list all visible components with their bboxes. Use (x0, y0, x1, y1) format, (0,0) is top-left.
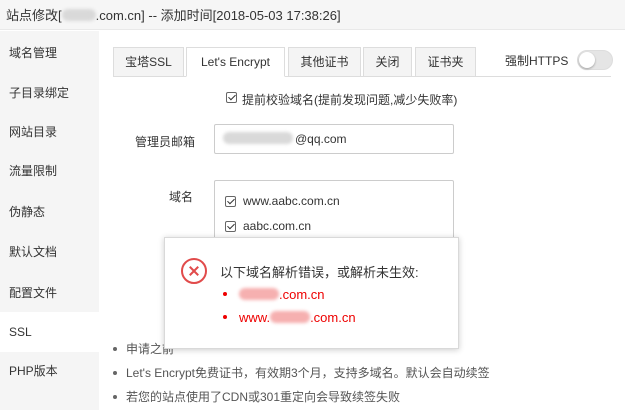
sidebar-item-ssl[interactable]: SSL (0, 312, 99, 352)
error-icon (181, 258, 207, 284)
window-title: 站点修改[ .com.cn] -- 添加时间[2018-05-03 17:38:2… (6, 5, 341, 24)
tab-cert-folder[interactable]: 证书夹 (415, 47, 476, 77)
window-titlebar: 站点修改[ .com.cn] -- 添加时间[2018-05-03 17:38:2… (0, 0, 625, 30)
sidebar-item-rewrite[interactable]: 伪静态 (0, 192, 99, 232)
tip-text: 若您的站点使用了CDN或301重定向会导致续签失败 (126, 390, 401, 404)
domain-name: aabc.com.cn (243, 219, 312, 233)
error-dialog: 以下域名解析错误，或解析未生效: .com.cn www. .com.cn (164, 237, 459, 349)
email-value: @qq.com (295, 132, 347, 146)
toggle-knob (579, 52, 595, 68)
redacted-domain (61, 9, 96, 21)
sidebar-item-site-directory[interactable]: 网站目录 (0, 112, 99, 152)
domain-name: www.aabc.com.cn (243, 194, 340, 208)
title-suffix: .com.cn] -- 添加时间[2018-05-03 17:38:26] (95, 8, 341, 23)
sidebar-item-default-document[interactable]: 默认文档 (0, 232, 99, 272)
error-domain-prefix: www. (239, 310, 271, 325)
error-domain-item: www. .com.cn (223, 310, 356, 325)
sidebar-item-config-file[interactable]: 配置文件 (0, 273, 99, 313)
tab-lets-encrypt[interactable]: Let's Encrypt (186, 47, 285, 77)
email-field[interactable]: @qq.com (214, 124, 454, 154)
force-https-label: 强制HTTPS (505, 54, 569, 68)
precheck-label: 提前校验域名(提前发现问题,减少失败率) (242, 93, 458, 107)
domain-label: 域名 (168, 190, 193, 204)
domain-checkbox[interactable] (225, 221, 236, 232)
tab-other-cert[interactable]: 其他证书 (288, 47, 361, 77)
redacted-domain (270, 311, 311, 323)
title-prefix: 站点修改[ (6, 8, 62, 23)
sidebar-item-php-version[interactable]: PHP版本 (0, 351, 99, 391)
sidebar-item-domain-management[interactable]: 域名管理 (0, 33, 99, 73)
force-https-toggle[interactable] (577, 50, 613, 70)
sidebar: 域名管理 子目录绑定 网站目录 流量限制 伪静态 默认文档 配置文件 SSL P… (0, 31, 99, 410)
error-domain-item: .com.cn (223, 287, 325, 302)
email-label: 管理员邮箱 (134, 135, 195, 149)
error-domain-suffix: .com.cn (310, 310, 356, 325)
precheck-checkbox[interactable] (226, 92, 237, 103)
domain-checkbox[interactable] (225, 196, 236, 207)
redacted-domain (239, 288, 279, 300)
tip-item: Let's Encrypt免费证书，有效期3个月，支持多域名。默认会自动续签 (113, 364, 490, 381)
tip-item: 若您的站点使用了CDN或301重定向会导致续签失败 (113, 388, 400, 405)
tab-baota-ssl[interactable]: 宝塔SSL (113, 47, 184, 77)
error-title: 以下域名解析错误，或解析未生效: (220, 265, 419, 280)
sidebar-item-traffic-limit[interactable]: 流量限制 (0, 151, 99, 191)
tab-close[interactable]: 关闭 (363, 47, 412, 77)
tip-text: Let's Encrypt免费证书，有效期3个月，支持多域名。默认会自动续签 (126, 366, 490, 380)
error-domain-suffix: .com.cn (279, 287, 325, 302)
sidebar-item-subdirectory-binding[interactable]: 子目录绑定 (0, 73, 99, 113)
redacted-email (223, 132, 293, 144)
